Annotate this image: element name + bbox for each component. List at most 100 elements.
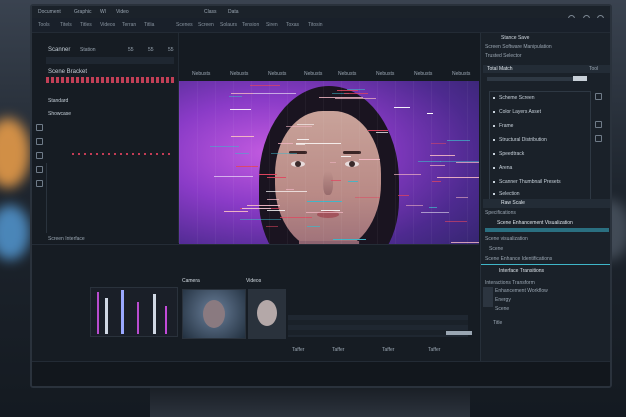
panel-title: Scanner xyxy=(48,47,71,53)
toolbar-item[interactable]: Titles xyxy=(80,23,92,28)
menu-item-wl[interactable]: Wl xyxy=(100,10,106,15)
footer-value: Taffer xyxy=(332,347,345,353)
list-item[interactable]: Structural Distribution xyxy=(485,136,607,145)
left-panel: Scanner Station 55 55 55 Scene Bracket S… xyxy=(32,33,179,243)
waveform-bar xyxy=(97,292,99,334)
footer-value: Taffer xyxy=(382,347,395,353)
list-item-label: Color Layers Asset xyxy=(499,109,541,115)
detail-line: Energy xyxy=(495,297,511,303)
menu-item-document[interactable]: Document xyxy=(38,10,61,15)
side-icon[interactable] xyxy=(595,93,602,100)
timeline-label: Nebusts xyxy=(414,71,433,77)
list-item-label: Frame xyxy=(499,123,514,129)
list-item[interactable]: Color Layers Asset xyxy=(485,108,607,117)
tool-icon[interactable] xyxy=(36,152,43,159)
bottom-label: Videos xyxy=(246,278,262,284)
monitor-stand xyxy=(150,388,470,417)
tool-icon[interactable] xyxy=(36,138,43,145)
toolbar: Tools Titels Titles Videos Terran Titlia… xyxy=(32,18,610,33)
footer-value: Taffer xyxy=(292,347,305,353)
menu-item-class[interactable]: Class xyxy=(204,10,217,15)
waveform-bar xyxy=(137,302,139,334)
list-item-label: Speedtrack xyxy=(499,151,525,157)
detail-footer: Title xyxy=(493,320,503,326)
list-item[interactable]: Speedtrack xyxy=(485,150,607,159)
list-item[interactable]: Arena xyxy=(485,164,607,173)
menu-item-video[interactable]: Video xyxy=(116,10,129,15)
thumbnail-face xyxy=(257,300,277,326)
footer-label: Screen Interface xyxy=(48,236,85,242)
tool-icon[interactable] xyxy=(36,180,43,187)
toolbar-item[interactable]: Titels xyxy=(60,23,72,28)
tool-icon[interactable] xyxy=(36,124,43,131)
layer-label: Scene xyxy=(489,246,504,252)
timeline-label: Nebusts xyxy=(452,71,471,77)
panel-subtitle: Station xyxy=(80,47,96,53)
bullet-icon xyxy=(493,181,495,183)
activity-strip-red xyxy=(72,153,172,155)
video-thumbnail[interactable] xyxy=(182,289,246,339)
toolbar-item[interactable]: Scenes xyxy=(176,23,193,28)
activity-strip-red xyxy=(46,77,176,83)
section-subtitle: Specifications xyxy=(485,210,516,216)
bullet-icon xyxy=(493,125,495,127)
bullet-icon xyxy=(493,167,495,169)
data-grid xyxy=(288,315,468,337)
toolbar-item[interactable]: Titlia xyxy=(144,23,154,28)
section-label: Showcase xyxy=(48,111,72,117)
list-item[interactable]: Frame xyxy=(485,122,607,131)
layer-label: Interface Transitions xyxy=(499,268,545,274)
toolbar-item[interactable]: Screen xyxy=(198,23,214,28)
value-readout: 55 xyxy=(148,47,154,53)
waveform-bar xyxy=(153,294,156,334)
toolbar-item[interactable]: Tools xyxy=(38,23,50,28)
monitor-screen: Document Graphic Wl Video Class Data Too… xyxy=(30,4,612,388)
detail-line: Scene xyxy=(495,306,510,312)
background-bokeh-blue xyxy=(0,205,30,260)
panel-header: Stance Save xyxy=(501,35,530,41)
list-item-label: Arena xyxy=(499,165,513,171)
panel-subheader: Screen Software Manipulation xyxy=(485,44,552,50)
progress-bar xyxy=(485,228,609,232)
detail-title: Interactions Transform xyxy=(485,280,535,286)
field-row[interactable] xyxy=(46,57,174,64)
scan-sub: Scene visualization xyxy=(485,236,528,242)
timeline-label: Nebusts xyxy=(192,71,211,77)
toolbar-item[interactable]: Siren xyxy=(266,23,278,28)
scan-label: Scene Enhancement Visualization xyxy=(497,220,573,226)
image-viewer[interactable] xyxy=(179,81,479,261)
menu-item-data[interactable]: Data xyxy=(228,10,239,15)
bullet-icon xyxy=(493,153,495,155)
tool-icon[interactable] xyxy=(36,166,43,173)
waveform-thumbnail[interactable] xyxy=(90,287,178,337)
side-icon[interactable] xyxy=(595,135,602,142)
list-item-label: Scanner Thumbnail Presets xyxy=(499,179,561,185)
list-item-label: Selection xyxy=(499,191,520,197)
list-item[interactable]: Selection xyxy=(485,190,607,199)
toolbar-item[interactable]: Toxas xyxy=(286,23,299,28)
toolbar-item[interactable]: Terran xyxy=(122,23,136,28)
list-item-label: Structural Distribution xyxy=(499,137,547,143)
panel-subheader: Trusted Selector xyxy=(485,53,522,59)
teal-divider xyxy=(481,264,610,265)
slider-track[interactable] xyxy=(487,77,577,81)
toolbar-item[interactable]: Titosin xyxy=(308,23,323,28)
toolbar-item[interactable]: Tension xyxy=(242,23,259,28)
menu-item-graphic[interactable]: Graphic xyxy=(74,10,92,15)
video-thumbnail[interactable] xyxy=(248,289,286,339)
background-bokeh-orange xyxy=(0,118,30,188)
toolbar-item[interactable]: Videos xyxy=(100,23,115,28)
bullet-icon xyxy=(493,139,495,141)
detail-swatch xyxy=(483,287,493,307)
list-item[interactable]: Scanner Thumbnail Presets xyxy=(485,178,607,187)
toolbar-item[interactable]: Solaurs xyxy=(220,23,237,28)
section-title: Total Match xyxy=(487,66,513,72)
timeline-label: Nebusts xyxy=(338,71,357,77)
list-item[interactable]: Scheme Screen xyxy=(485,94,607,103)
bottom-label: Camera xyxy=(182,278,200,284)
status-bar xyxy=(32,361,610,386)
waveform-bar xyxy=(165,306,167,334)
section-header: Scene Bracket xyxy=(48,69,88,75)
bullet-icon xyxy=(493,111,495,113)
side-icon[interactable] xyxy=(595,121,602,128)
